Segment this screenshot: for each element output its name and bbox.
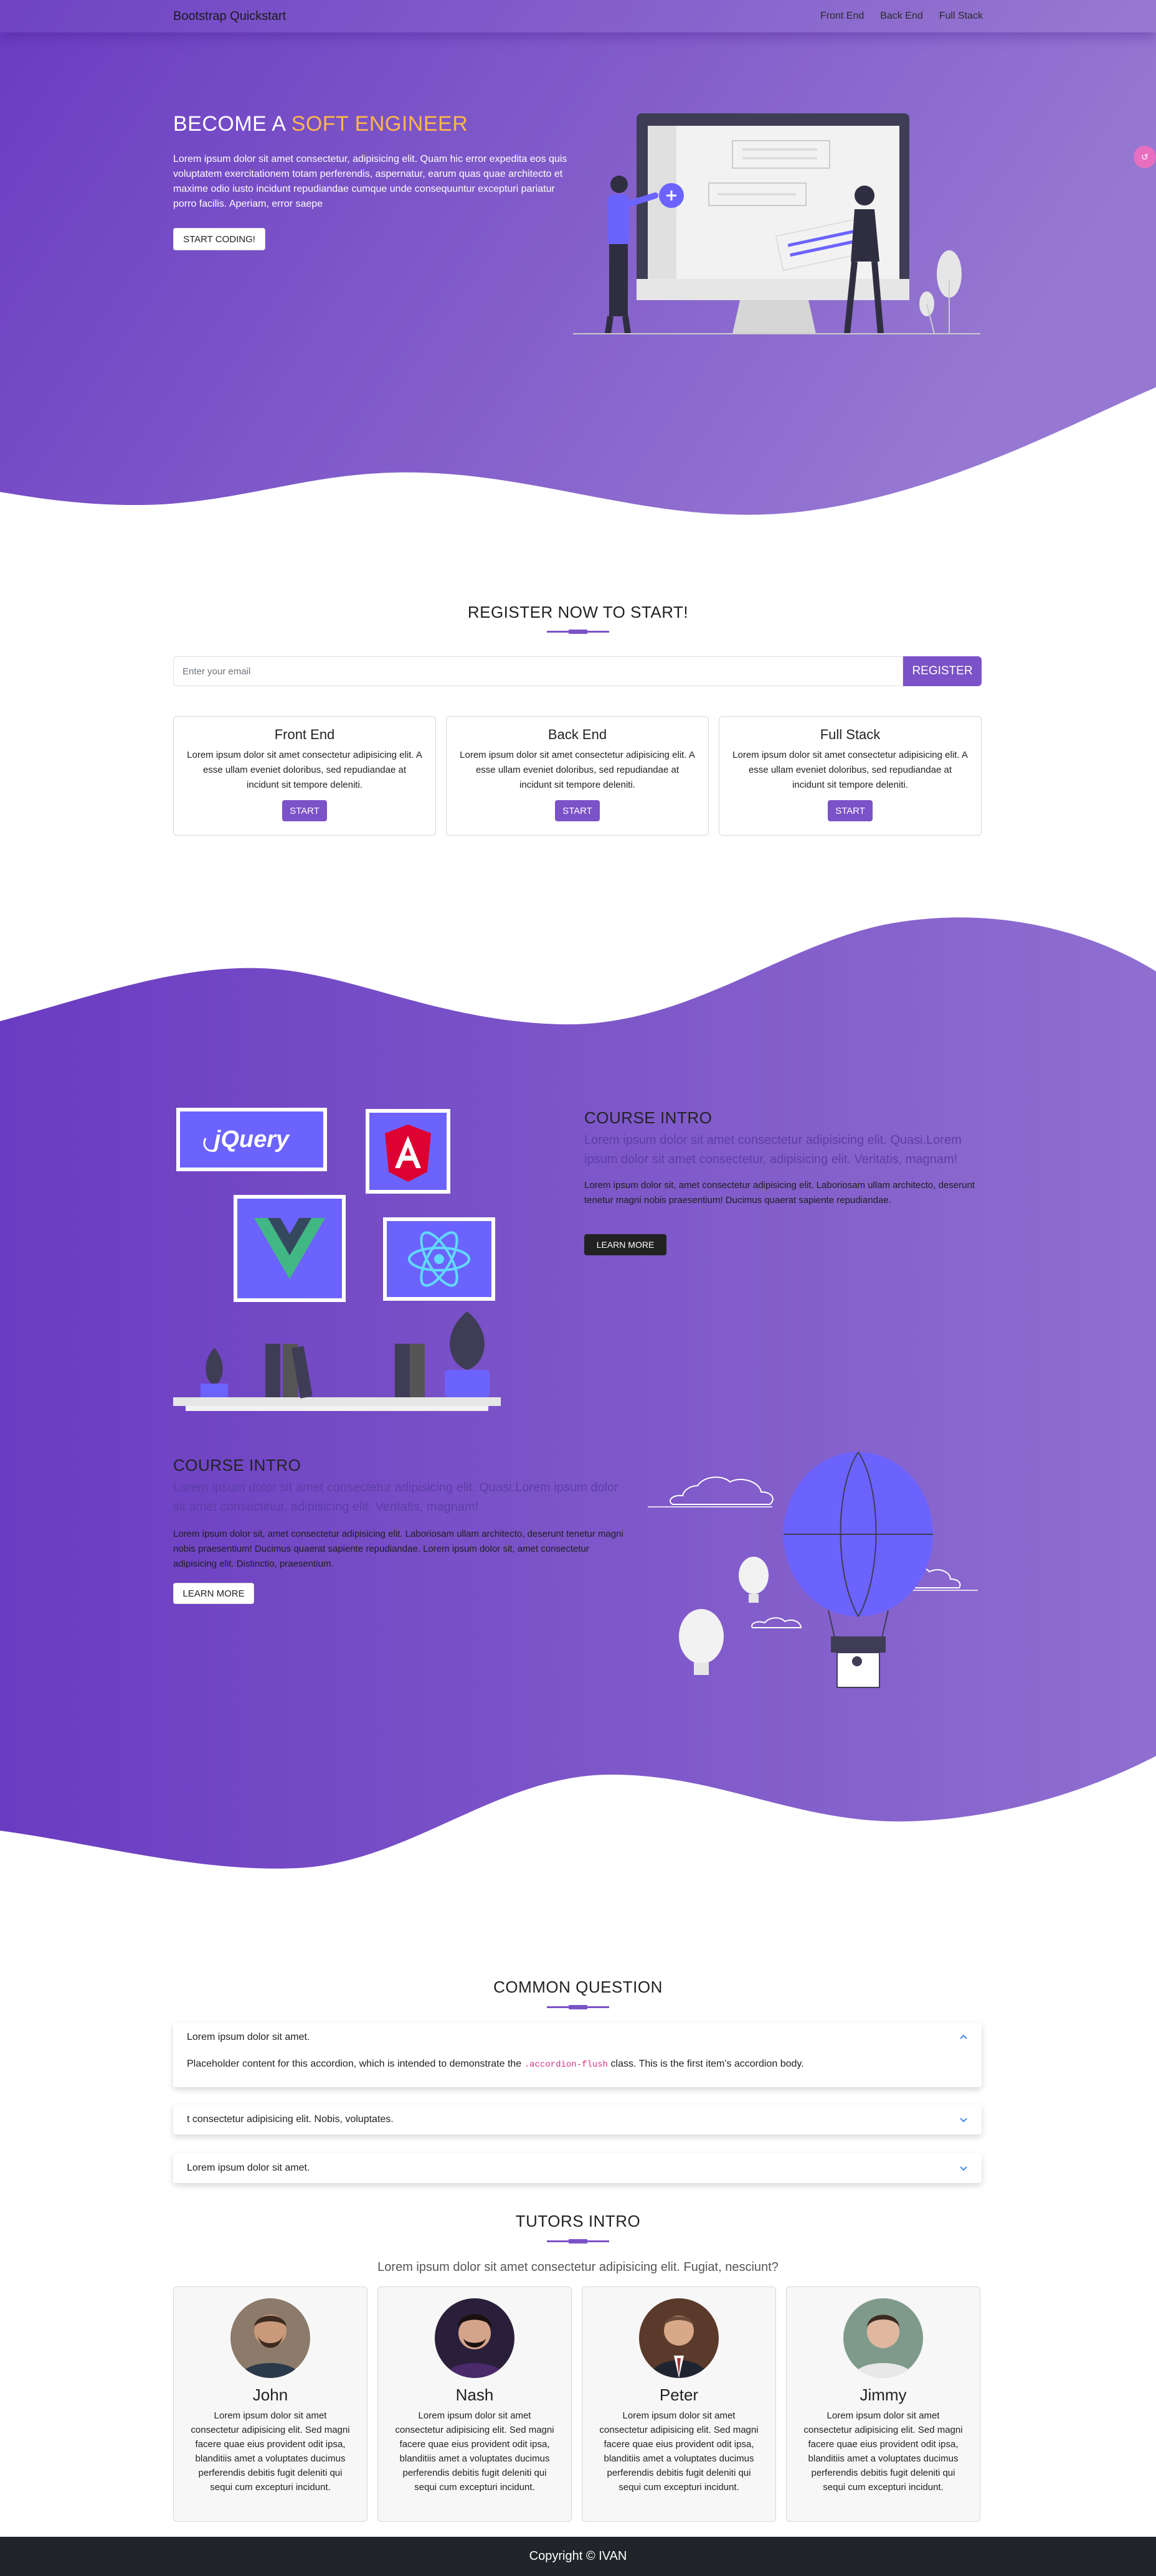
accordion-header[interactable]: Lorem ipsum dolor sit amet.	[173, 2022, 982, 2052]
footer-copyright: Copyright © IVAN	[529, 2549, 627, 2563]
tutor-text: Lorem ipsum dolor sit amet consectetur a…	[803, 2410, 963, 2493]
nav-link-back-end[interactable]: Back End	[880, 11, 922, 22]
accordion-item-1: Lorem ipsum dolor sit amet. Placeholder …	[173, 2022, 982, 2087]
course-card-text: Lorem ipsum dolor sit amet consectetur a…	[460, 750, 695, 790]
tutor-text: Lorem ipsum dolor sit amet consectetur a…	[191, 2410, 350, 2493]
hero-title-prefix: BECOME A	[173, 112, 291, 136]
accordion-item-3[interactable]: Lorem ipsum dolor sit amet.	[173, 2153, 982, 2183]
hero-illustration	[573, 113, 980, 334]
navbar: Bootstrap Quickstart Front End Back End …	[0, 0, 1156, 32]
course-card-title: Back End	[547, 727, 607, 742]
balloon-illustration	[648, 1451, 978, 1688]
tutor-card-peter: Peter Lorem ipsum dolor sit amet consect…	[582, 2286, 776, 2522]
tutor-name: Jimmy	[860, 2385, 907, 2404]
footer: Copyright © IVAN	[0, 2537, 1156, 2576]
intro2-title: COURSE INTRO	[173, 1456, 301, 1474]
hero-text: Lorem ipsum dolor sit amet consectetur, …	[173, 154, 567, 209]
floating-badge-icon[interactable]: ↺	[1134, 146, 1156, 168]
nav-link-front-end[interactable]: Front End	[820, 11, 864, 22]
accordion-body-code: .accordion-flush	[524, 2060, 609, 2070]
faq-title: COMMON QUESTION	[493, 1978, 663, 1996]
intro2-learn-more-button[interactable]: LEARN MORE	[173, 1583, 254, 1604]
tutor-card-nash: Nash Lorem ipsum dolor sit amet consecte…	[377, 2286, 572, 2522]
react-logo-icon	[383, 1217, 495, 1301]
chevron-up-icon	[960, 2034, 967, 2039]
tutor-name: John	[252, 2385, 288, 2404]
accordion-header[interactable]: t consectetur adipisicing elit. Nobis, v…	[173, 2105, 982, 2135]
frameworks-illustration: jQuery	[173, 1108, 501, 1411]
avatar	[843, 2298, 923, 2378]
tutor-text: Lorem ipsum dolor sit amet consectetur a…	[599, 2410, 759, 2493]
avatar	[230, 2298, 310, 2378]
course-card-front-end: Front End Lorem ipsum dolor sit amet con…	[173, 716, 436, 836]
tutor-card-john: John Lorem ipsum dolor sit amet consecte…	[173, 2286, 367, 2522]
hero-title: BECOME A SOFT ENGINEER	[173, 112, 468, 136]
course-card-title: Full Stack	[820, 727, 881, 742]
accordion-question: t consectetur adipisicing elit. Nobis, v…	[187, 2114, 394, 2125]
course-start-button[interactable]: START	[282, 800, 327, 821]
accordion-header[interactable]: Lorem ipsum dolor sit amet.	[173, 2153, 982, 2183]
register-title-underline-dot	[569, 630, 587, 634]
tutor-card-jimmy: Jimmy Lorem ipsum dolor sit amet consect…	[786, 2286, 980, 2522]
avatar	[639, 2298, 719, 2378]
chevron-down-icon	[960, 2166, 967, 2171]
page: Bootstrap Quickstart Front End Back End …	[0, 0, 1156, 2576]
jquery-logo-icon: jQuery	[176, 1108, 327, 1171]
email-input[interactable]: Enter your email	[173, 656, 903, 686]
accordion-body-text: Placeholder content for this accordion, …	[187, 2059, 524, 2069]
tutors-title: TUTORS INTRO	[515, 2212, 641, 2230]
intro1-title: COURSE INTRO	[584, 1108, 713, 1127]
course-card-text: Lorem ipsum dolor sit amet consectetur a…	[187, 750, 422, 790]
svg-text:jQuery: jQuery	[211, 1126, 290, 1153]
accordion-body-text-end: class. This is the first item's accordio…	[608, 2059, 804, 2069]
nav-links: Front End Back End Full Stack	[820, 11, 983, 22]
nav-link-full-stack[interactable]: Full Stack	[939, 11, 983, 22]
accordion-item-2[interactable]: t consectetur adipisicing elit. Nobis, v…	[173, 2105, 982, 2135]
start-coding-button[interactable]: START CODING!	[173, 228, 265, 250]
course-card-title: Front End	[274, 727, 335, 742]
intro2-lead: Lorem ipsum dolor sit amet consectetur a…	[173, 1481, 618, 1514]
intro2-text: Lorem ipsum dolor sit, amet consectetur …	[173, 1529, 623, 1569]
hero-title-accent: SOFT ENGINEER	[291, 112, 468, 136]
course-card-full-stack: Full Stack Lorem ipsum dolor sit amet co…	[719, 716, 982, 836]
chevron-down-icon	[960, 2118, 967, 2123]
course-card-text: Lorem ipsum dolor sit amet consectetur a…	[732, 750, 968, 790]
course-start-button[interactable]: START	[828, 800, 873, 821]
course-start-button[interactable]: START	[555, 800, 600, 821]
tutor-text: Lorem ipsum dolor sit amet consectetur a…	[395, 2410, 554, 2493]
register-button[interactable]: REGISTER	[903, 656, 982, 686]
accordion-question: Lorem ipsum dolor sit amet.	[187, 2032, 310, 2042]
avatar	[435, 2298, 514, 2378]
accordion-question: Lorem ipsum dolor sit amet.	[187, 2163, 310, 2173]
intro1-lead: Lorem ipsum dolor sit amet consectetur a…	[584, 1133, 962, 1166]
angular-logo-icon	[366, 1109, 450, 1194]
vue-logo-icon	[234, 1195, 346, 1302]
tutor-name: Nash	[455, 2385, 494, 2404]
course-card-back-end: Back End Lorem ipsum dolor sit amet cons…	[446, 716, 709, 836]
tutor-name: Peter	[659, 2385, 699, 2404]
tutors-subtitle: Lorem ipsum dolor sit amet consectetur a…	[377, 2260, 779, 2274]
register-title: REGISTER NOW TO START!	[467, 603, 689, 621]
accordion-body: Placeholder content for this accordion, …	[173, 2052, 982, 2070]
faq-title-underline-dot	[569, 2005, 587, 2009]
intro1-text: Lorem ipsum dolor sit, amet consectetur …	[584, 1180, 975, 1205]
navbar-brand[interactable]: Bootstrap Quickstart	[173, 9, 286, 24]
intro1-learn-more-button[interactable]: LEARN MORE	[584, 1234, 666, 1255]
tutors-title-underline-dot	[569, 2239, 587, 2243]
